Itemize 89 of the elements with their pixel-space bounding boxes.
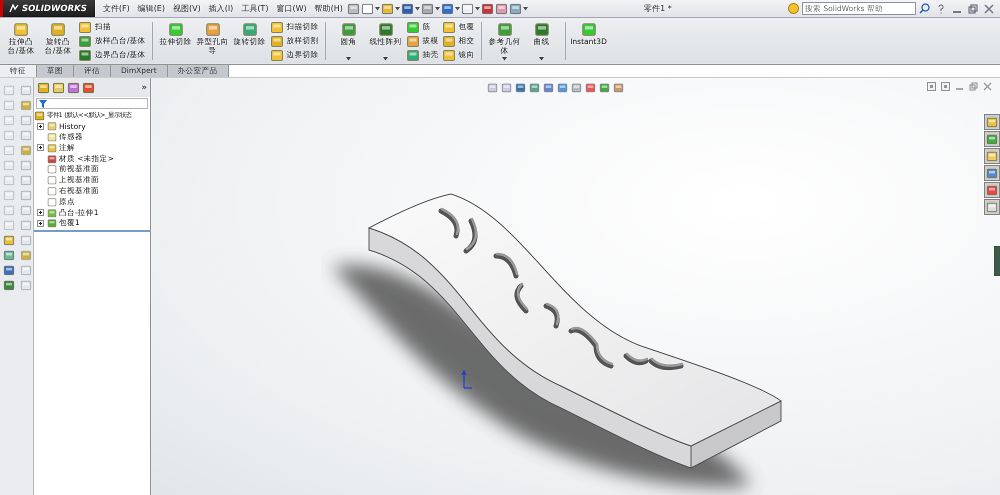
- caret-icon[interactable]: [522, 6, 528, 10]
- tree-node-icon: [47, 208, 57, 218]
- help-icon[interactable]: [936, 4, 946, 14]
- feature-icon: [378, 21, 394, 37]
- menu-item[interactable]: 视图(V): [168, 3, 205, 14]
- tool-icon[interactable]: [20, 189, 32, 201]
- tree-node-icon: [47, 175, 57, 186]
- tile-icon[interactable]: [927, 82, 936, 91]
- feature-icon: [168, 21, 184, 37]
- feature-icon: [270, 34, 284, 48]
- expand-plus-icon[interactable]: [37, 220, 44, 227]
- feature-icon: [78, 20, 92, 34]
- caret-icon[interactable]: [454, 6, 460, 10]
- feature-icon: [442, 34, 456, 48]
- expand-arrows[interactable]: »: [141, 82, 147, 92]
- caret-icon[interactable]: [374, 6, 380, 10]
- menu-item[interactable]: 文件(F): [98, 3, 134, 14]
- feature-icon: [406, 20, 420, 34]
- logo-mark-icon: [9, 4, 19, 13]
- menu-item[interactable]: 插入(I): [204, 3, 238, 14]
- tool-icon[interactable]: [3, 234, 15, 246]
- feature-icon: [406, 48, 420, 62]
- feature-icon: [78, 48, 92, 62]
- feature-icon: [442, 20, 456, 34]
- tree-node-icon: [47, 218, 57, 228]
- tree-node-icon: [47, 196, 57, 207]
- caret-icon[interactable]: [502, 57, 508, 61]
- restore-icon[interactable]: [969, 82, 978, 91]
- feature-icon: [534, 21, 550, 37]
- close-icon[interactable]: [983, 82, 992, 91]
- menu-item[interactable]: 工具(T): [237, 3, 272, 14]
- document-title: 零件1 *: [643, 3, 673, 14]
- caret-icon[interactable]: [383, 57, 388, 61]
- caret-icon[interactable]: [414, 6, 420, 10]
- feature-icon: [270, 20, 284, 34]
- feature-icon: [580, 21, 597, 37]
- feature-icon: [340, 21, 357, 37]
- feature-icon: [406, 34, 420, 48]
- restore-icon[interactable]: [968, 4, 978, 14]
- tile-icon[interactable]: [941, 82, 950, 91]
- tool-icon[interactable]: [20, 204, 32, 216]
- tree-node-icon: [47, 186, 57, 196]
- search-icon[interactable]: [919, 3, 930, 14]
- tree-node-icon: [47, 154, 57, 164]
- tree-node-icon: [47, 132, 57, 142]
- help-bulb-icon: [788, 3, 799, 14]
- caret-icon[interactable]: [346, 57, 352, 61]
- tool-icon[interactable]: [20, 234, 32, 246]
- tool-icon[interactable]: [20, 159, 32, 171]
- tool-icon[interactable]: [20, 249, 32, 261]
- caret-icon[interactable]: [394, 6, 400, 10]
- axis-triad-icon: [461, 370, 473, 390]
- tool-icon[interactable]: [20, 129, 32, 141]
- feature-icon: [270, 48, 284, 62]
- tool-icon[interactable]: [20, 174, 32, 186]
- tool-icon[interactable]: [20, 99, 32, 111]
- tree-node-icon: [47, 142, 57, 153]
- feature-icon: [13, 21, 29, 37]
- filter-icon: [39, 100, 47, 108]
- menu-item[interactable]: 编辑(E): [134, 3, 169, 14]
- filter-field[interactable]: [36, 98, 148, 109]
- caret-icon[interactable]: [539, 57, 544, 61]
- tool-icon[interactable]: [20, 84, 32, 96]
- tool-icon[interactable]: [20, 279, 32, 291]
- tool-icon[interactable]: [20, 114, 32, 126]
- caret-icon[interactable]: [434, 6, 440, 10]
- menu-item[interactable]: 帮助(H): [310, 3, 347, 14]
- feature-icon: [78, 34, 92, 48]
- tool-icon[interactable]: [3, 264, 15, 276]
- menu-item[interactable]: 窗口(W): [272, 3, 311, 14]
- panel-handle[interactable]: [994, 246, 1000, 276]
- tool-icon[interactable]: [20, 219, 32, 231]
- tool-icon[interactable]: [3, 249, 15, 261]
- expand-plus-icon[interactable]: [37, 209, 44, 216]
- tool-icon[interactable]: [20, 144, 32, 156]
- tree-node-icon: [47, 164, 57, 174]
- feature-icon: [496, 21, 513, 37]
- expand-plus-icon[interactable]: [37, 144, 44, 152]
- feature-icon: [204, 21, 221, 37]
- tool-icon[interactable]: [3, 279, 15, 291]
- feature-icon: [242, 21, 258, 37]
- tool-icon[interactable]: [20, 264, 32, 276]
- tree-node-icon: [47, 121, 57, 132]
- caret-icon[interactable]: [474, 6, 480, 10]
- close-icon[interactable]: [984, 4, 994, 14]
- expand-plus-icon[interactable]: [37, 122, 44, 130]
- feature-icon: [442, 48, 456, 62]
- logo-text: SOLIDWORKS: [22, 4, 87, 14]
- feature-icon: [50, 21, 66, 37]
